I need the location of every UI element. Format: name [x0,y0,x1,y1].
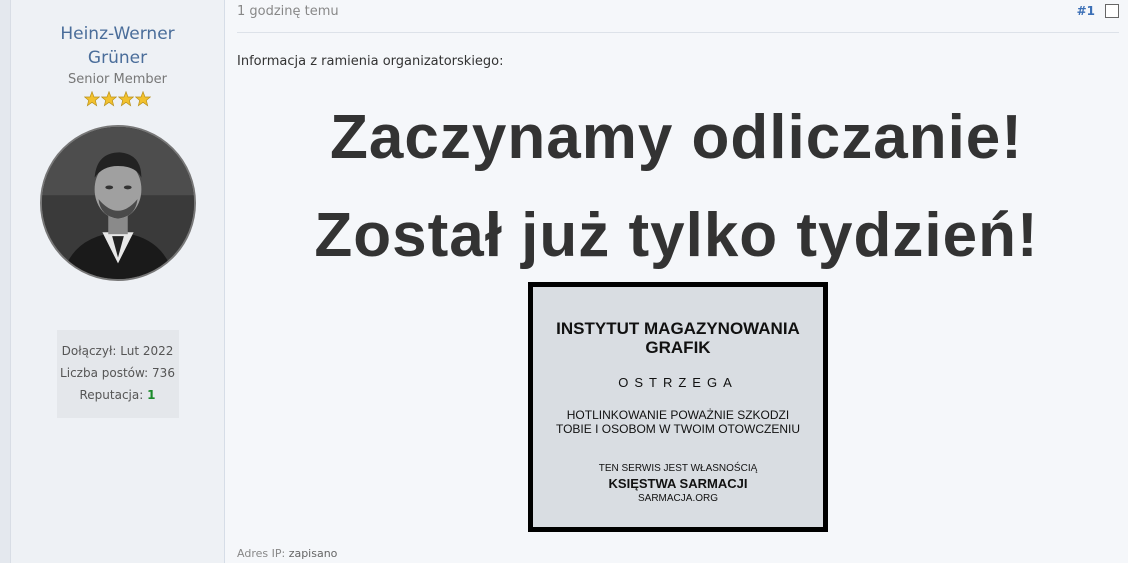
avatar-portrait [41,127,194,279]
star-icon [84,91,100,107]
post-intro-text: Informacja z ramienia organizatorskiego: [237,54,504,69]
star-icon [135,91,151,107]
posts-value: 736 [152,366,175,380]
star-icon [101,91,117,107]
hotlink-ownership: TEN SERWIS JEST WŁASNOŚCIĄ [598,463,758,474]
hotlink-site: SARMACJA.ORG [637,493,718,504]
headline-line-1: Zaczynamy odliczanie! [330,103,1023,172]
hotlink-image-content: INSTYTUT MAGAZYNOWANIA GRAFIK OSTRZEGA H… [533,287,823,527]
joined-value: Lut 2022 [120,344,174,358]
username-link[interactable]: Heinz-Werner Grüner [11,22,224,70]
joined-row: Dołączył: Lut 2022 [57,340,179,362]
post-number-link[interactable]: #1 [1077,4,1095,18]
reputation-value: 1 [147,388,156,402]
hotlink-owner: KSIĘSTWA SARMACJI [608,476,748,491]
post-body: 1 godzinę temu #1 Informacja z ramienia … [225,0,1128,563]
hotlink-message: HOTLINKOWANIE POWAŻNIE SZKODZI TOBIE I O… [533,408,823,436]
reputation-row: Reputacja: 1 [57,384,179,406]
post-select-checkbox[interactable] [1105,4,1119,18]
ip-value: zapisano [288,547,338,560]
user-info-box: Dołączył: Lut 2022 Liczba postów: 736 Re… [56,330,179,418]
user-avatar[interactable] [39,125,196,281]
user-rank-title: Senior Member [67,72,167,87]
hotlink-message-line-2: TOBIE I OSOBOM W TWOIM OTOWCZENIU [555,422,800,436]
hotlink-warning-image: INSTYTUT MAGAZYNOWANIA GRAFIK OSTRZEGA H… [528,282,828,532]
ip-label: Adres IP: [237,547,286,560]
post-date: 1 godzinę temu [237,4,339,19]
user-sidebar: Heinz-Werner Grüner Senior Member Dołącz… [11,0,225,563]
posts-row: Liczba postów: 736 [57,362,179,384]
ip-address-line: Adres IP: zapisano [237,547,337,560]
posts-label: Liczba postów: [60,366,149,380]
star-icon [118,91,134,107]
reputation-label: Reputacja: [79,388,144,402]
hotlink-message-line-1: HOTLINKOWANIE POWAŻNIE SZKODZI [566,408,790,422]
hotlink-title: INSTYTUT MAGAZYNOWANIA GRAFIK [556,319,800,357]
left-frame-edge [0,0,11,563]
post-header: 1 godzinę temu #1 [237,0,1119,33]
headline-line-2: Został już tylko tydzień! [314,201,1039,270]
hotlink-warning: OSTRZEGA [618,375,738,390]
rank-stars [11,91,224,107]
joined-label: Dołączył: [61,344,117,358]
